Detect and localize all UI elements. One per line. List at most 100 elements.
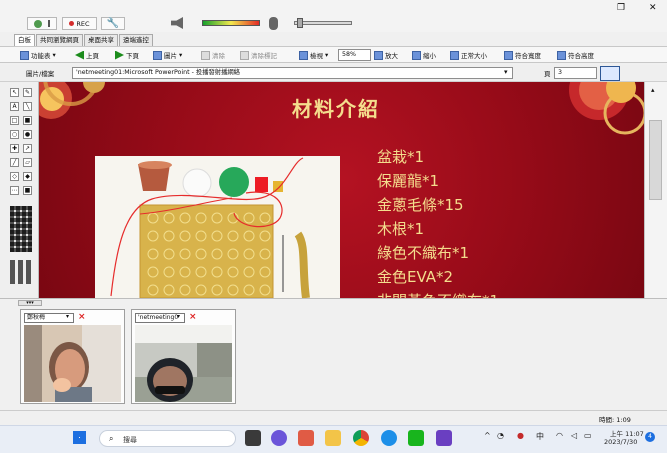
volume-icon[interactable]: ◁ (571, 431, 577, 440)
notification-badge[interactable]: 4 (645, 432, 655, 442)
fit-height-button[interactable]: 符合高度 (557, 49, 594, 61)
menu-button[interactable]: 功能表 ▾ (20, 49, 56, 61)
pen-tool[interactable]: ✎ (23, 88, 32, 97)
collapse-panel-button[interactable]: ▾▾▾ (18, 300, 42, 306)
microphone-slider-thumb[interactable] (297, 18, 303, 28)
microphone-status-icon[interactable]: ● (517, 431, 524, 440)
zoom-in-label: 放大 (385, 52, 398, 60)
teams-chat-icon[interactable] (271, 430, 287, 446)
line-style-palette[interactable] (10, 206, 32, 252)
file-selector-bar: 圖片/檔案 'netmeeting01:Microsoft PowerPoint… (0, 65, 667, 82)
people-speaker-button[interactable] (27, 17, 57, 30)
previous-icon (75, 50, 84, 60)
speaker-volume-slider[interactable] (202, 20, 260, 26)
tab-co-browse[interactable]: 共同瀏覽網頁 (36, 34, 83, 46)
zoom-in-icon (374, 50, 383, 60)
tab-remote-control[interactable]: 遠端遙控 (119, 34, 153, 46)
taskbar-search[interactable]: ⌕ 搜尋 (99, 430, 236, 447)
chrome-icon[interactable] (353, 430, 369, 446)
zoom-out-button[interactable]: 縮小 (412, 49, 436, 61)
pointer-tool[interactable]: ↖ (10, 88, 19, 97)
speaker-icon[interactable] (171, 17, 183, 29)
zoom-select[interactable]: 58% (338, 49, 371, 61)
filled-ellipse-tool[interactable]: ● (23, 130, 32, 139)
video-tile-participant-1[interactable]: 鄭秋梅 ▾ × (20, 309, 125, 404)
vertical-scrollbar[interactable]: ▴ (644, 82, 667, 298)
clear-marks-label: 清除標記 (251, 52, 277, 60)
audio-wave-icon (44, 20, 50, 27)
highlight-tool[interactable]: ✚ (10, 144, 19, 153)
drawing-tools-panel: ↖ ✎ A ╲ □ ■ ○ ● ✚ ↗ ╱ ▱ ◇ ◆ ⋯ ■ (0, 82, 39, 298)
arrow-tool[interactable]: ↗ (23, 144, 32, 153)
fit-width-button[interactable]: 符合寬度 (504, 49, 541, 61)
clock-time[interactable]: 上午 11:07 (610, 428, 644, 438)
clock-date[interactable]: 2023/7/30 (604, 438, 637, 446)
materials-photo-illustration (95, 156, 340, 299)
page-label: 頁 (544, 70, 551, 78)
fit-height-icon (557, 50, 566, 60)
page-preview-button[interactable] (600, 66, 620, 81)
window-restore-button[interactable]: ❐ (617, 3, 625, 13)
line-width-tool[interactable]: ⋯ (10, 186, 19, 195)
close-video-icon[interactable]: × (189, 313, 197, 322)
fill-tool[interactable]: ◆ (23, 172, 32, 181)
color-tool[interactable]: ■ (23, 186, 32, 195)
tab-desktop-share[interactable]: 桌面共享 (84, 34, 118, 46)
microphone-icon[interactable] (269, 17, 278, 30)
wifi-icon[interactable]: ◠ (556, 431, 563, 440)
chevron-down-icon[interactable]: ▾ (66, 313, 69, 320)
battery-icon[interactable]: ▭ (584, 431, 592, 440)
image-icon (153, 50, 162, 60)
status-bar: 時間: 1:09 (0, 410, 667, 425)
close-video-icon[interactable]: × (78, 313, 86, 322)
speaker-status-icon[interactable]: ◔ (497, 431, 504, 440)
windows-start-icon[interactable] (73, 431, 86, 444)
line-tool[interactable]: ╲ (23, 102, 32, 111)
function-tabs: 白板 共同瀏覽網頁 桌面共享 遠端遙控 (14, 34, 153, 46)
ellipse-tool[interactable]: ○ (10, 130, 19, 139)
task-view-icon[interactable] (245, 430, 261, 446)
tool-button[interactable]: 🔧 (101, 17, 125, 30)
clear-button[interactable]: 清除 (201, 49, 225, 61)
chevron-up-icon[interactable]: ^ (484, 431, 491, 440)
material-item: 非關黃色不織布*1 (377, 289, 499, 298)
next-icon (115, 50, 124, 60)
next-page-button[interactable]: 下頁 (115, 49, 139, 61)
file-explorer-icon[interactable] (325, 430, 341, 446)
chevron-up-icon[interactable]: ▴ (651, 86, 655, 94)
video-tile-participant-2[interactable]: 'netmeeting0 ▾ × (131, 309, 236, 404)
line-icon[interactable] (408, 430, 424, 446)
chevron-down-icon: ▾ (325, 51, 329, 59)
chevron-down-icon: ▾ (179, 51, 183, 59)
next-page-label: 下頁 (126, 52, 139, 60)
view-button[interactable]: 檢視 ▾ (299, 49, 328, 61)
normal-size-button[interactable]: 正常大小 (450, 49, 487, 61)
page-select[interactable]: 3 (554, 67, 597, 79)
stamp-tool[interactable]: ◇ (10, 172, 19, 181)
zoom-in-button[interactable]: 放大 (374, 49, 398, 61)
previous-page-button[interactable]: 上頁 (75, 49, 99, 61)
chevron-down-icon[interactable]: ▾ (504, 68, 508, 76)
marker-tool[interactable]: ╱ (10, 158, 19, 167)
rectangle-tool[interactable]: □ (10, 116, 19, 125)
scrollbar-thumb[interactable] (649, 120, 662, 200)
filled-rectangle-tool[interactable]: ■ (23, 116, 32, 125)
materials-photo (95, 156, 340, 299)
file-select[interactable]: 'netmeeting01:Microsoft PowerPoint - 投播發… (72, 67, 513, 79)
powerpoint-icon[interactable] (298, 430, 314, 446)
edge-icon[interactable] (381, 430, 397, 446)
meeting-app-icon[interactable] (436, 430, 452, 446)
fit-height-label: 符合高度 (568, 52, 594, 60)
clear-marks-button[interactable]: 清除標記 (240, 49, 277, 61)
input-language[interactable]: 中 (536, 431, 544, 442)
window-close-button[interactable]: ✕ (649, 3, 657, 13)
record-button[interactable]: REC (62, 17, 97, 30)
zoom-out-icon (412, 50, 421, 60)
text-tool[interactable]: A (10, 102, 19, 111)
eraser-tool[interactable]: ▱ (23, 158, 32, 167)
image-button[interactable]: 圖片 ▾ (153, 49, 182, 61)
clear-marks-icon (240, 50, 249, 60)
thickness-palette[interactable] (10, 260, 32, 284)
chevron-down-icon[interactable]: ▾ (177, 313, 180, 320)
tab-whiteboard[interactable]: 白板 (14, 34, 35, 46)
